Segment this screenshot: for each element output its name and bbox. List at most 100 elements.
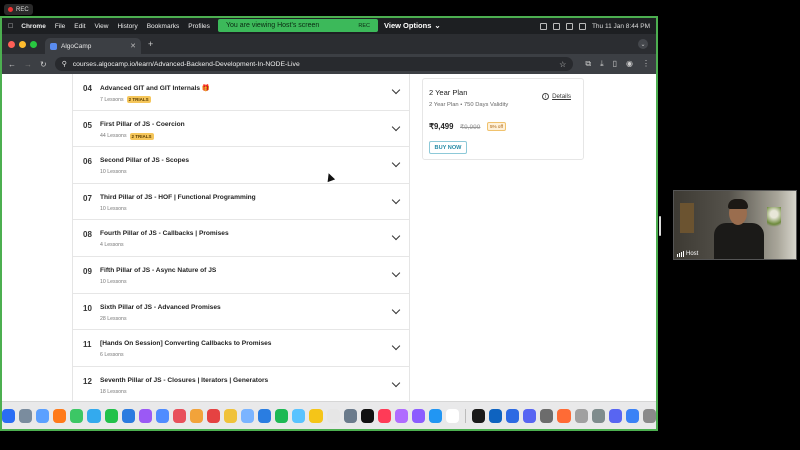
chevron-down-icon[interactable]: [391, 268, 401, 278]
close-tab-icon[interactable]: ✕: [130, 42, 136, 50]
lesson-number: 09: [83, 266, 92, 276]
side-panel-icon[interactable]: ▯: [613, 59, 617, 69]
menu-bookmarks[interactable]: Bookmarks: [147, 23, 180, 30]
apple-icon[interactable]: : [8, 23, 13, 30]
zoom-window-icon[interactable]: [30, 40, 37, 48]
dock-app-icon[interactable]: [506, 408, 520, 423]
chevron-down-icon[interactable]: [391, 195, 401, 205]
lesson-count: 7 Lessons: [100, 96, 124, 103]
dock-app-icon[interactable]: [377, 408, 391, 423]
chevron-down-icon[interactable]: [391, 305, 401, 314]
lesson-row[interactable]: 04 Advanced GIT and GIT Internals 🎁 7 Le…: [73, 74, 409, 111]
dock-app-icon[interactable]: [429, 408, 443, 423]
lesson-row[interactable]: 10 Sixth Pillar of JS - Advanced Promise…: [73, 294, 409, 331]
trial-badge: 2 TRIALS: [126, 96, 151, 103]
discount-badge: 5% off: [487, 122, 506, 131]
dock-app-icon[interactable]: [36, 408, 50, 423]
lesson-row[interactable]: 12 Seventh Pillar of JS - Closures | Ite…: [73, 367, 409, 404]
dock-app-icon[interactable]: [591, 408, 605, 423]
menu-app[interactable]: Chrome: [21, 23, 46, 30]
lesson-meta: 18 Lessons: [100, 389, 127, 395]
menu-profiles[interactable]: Profiles: [188, 23, 210, 30]
dock-app-icon[interactable]: [258, 408, 272, 423]
lesson-row[interactable]: 06 Second Pillar of JS - Scopes 10 Lesso…: [73, 147, 409, 184]
wifi-icon[interactable]: [552, 22, 560, 30]
close-window-icon[interactable]: [8, 40, 15, 48]
site-info-icon[interactable]: ⚲: [62, 60, 67, 68]
lesson-count: 28 Lessons: [100, 315, 127, 322]
lesson-row[interactable]: 05 First Pillar of JS - Coercion 44 Less…: [73, 111, 409, 148]
dock-app-icon[interactable]: [224, 408, 238, 423]
dock-app-icon[interactable]: [206, 408, 221, 423]
buy-now-button[interactable]: BUY NOW: [429, 141, 467, 154]
dock-app-icon[interactable]: [608, 408, 622, 423]
panel-resize-handle[interactable]: [659, 216, 661, 236]
search-icon[interactable]: [565, 22, 573, 30]
chevron-down-icon[interactable]: [391, 158, 401, 168]
lesson-row[interactable]: 07 Third Pillar of JS - HOF | Functional…: [73, 184, 409, 221]
dock-app-icon[interactable]: [394, 408, 408, 423]
dock-app-icon[interactable]: [642, 408, 656, 423]
chevron-down-icon[interactable]: [391, 378, 401, 387]
clock[interactable]: Thu 11 Jan 8:44 PM: [592, 23, 650, 30]
dock-app-icon[interactable]: [2, 408, 16, 423]
dock-app-icon[interactable]: [172, 408, 186, 423]
dock-app-icon[interactable]: [155, 408, 169, 423]
dock-app-icon[interactable]: [138, 408, 152, 423]
chevron-down-icon[interactable]: [391, 232, 401, 241]
dock-app-icon[interactable]: [292, 408, 306, 423]
download-icon[interactable]: ⤓: [600, 59, 604, 69]
dock-app-icon[interactable]: [275, 408, 289, 423]
battery-icon[interactable]: [539, 22, 547, 30]
lesson-row[interactable]: 09 Fifth Pillar of JS - Async Nature of …: [73, 257, 409, 294]
dock-app-icon[interactable]: [360, 408, 374, 423]
profile-icon[interactable]: ◉: [626, 59, 633, 69]
lesson-row[interactable]: 11 [Hands On Session] Converting Callbac…: [73, 330, 409, 367]
plan-details-link[interactable]: i Details: [542, 93, 571, 100]
dock-app-icon[interactable]: [104, 408, 118, 423]
menu-file[interactable]: File: [55, 23, 65, 30]
dock-app-icon[interactable]: [523, 408, 537, 423]
view-options-button[interactable]: View Options ⌄: [380, 19, 445, 32]
chevron-down-icon[interactable]: [391, 85, 401, 95]
dock-app-icon[interactable]: [326, 408, 340, 423]
dock-app-icon[interactable]: [472, 408, 486, 423]
dock-app-icon[interactable]: [309, 408, 323, 423]
menu-edit[interactable]: Edit: [74, 23, 85, 30]
dock-app-icon[interactable]: [343, 408, 357, 423]
address-bar[interactable]: ⚲ courses.algocamp.io/learn/Advanced-Bac…: [54, 57, 574, 71]
bookmark-star-icon[interactable]: ☆: [559, 60, 566, 69]
new-tab-icon[interactable]: +: [148, 39, 153, 49]
control-center-icon[interactable]: [578, 22, 586, 30]
reload-icon[interactable]: ↻: [40, 60, 47, 69]
lesson-row[interactable]: 08 Fourth Pillar of JS - Callbacks | Pro…: [73, 220, 409, 257]
dock-app-icon[interactable]: [189, 408, 203, 423]
menu-view[interactable]: View: [95, 23, 109, 30]
dock-app-icon[interactable]: [574, 408, 588, 423]
dock-app-icon[interactable]: [540, 408, 554, 423]
dock-app-icon[interactable]: [489, 408, 503, 423]
dock-app-icon[interactable]: [70, 408, 84, 423]
dock-app-icon[interactable]: [446, 408, 460, 423]
back-icon[interactable]: ←: [8, 60, 16, 69]
tab-search-icon[interactable]: ⌄: [638, 39, 648, 49]
dock-app-icon[interactable]: [625, 408, 639, 423]
more-menu-icon[interactable]: ⋮: [642, 59, 650, 69]
browser-tab[interactable]: AlgoCamp ✕: [45, 38, 141, 54]
menu-history[interactable]: History: [117, 23, 137, 30]
dock-app-icon[interactable]: [557, 408, 571, 423]
dock-app-icon[interactable]: [241, 408, 255, 423]
dock-app-icon[interactable]: [121, 408, 135, 423]
forward-icon[interactable]: →: [24, 60, 32, 69]
chevron-down-icon[interactable]: [391, 341, 401, 351]
dock-app-icon[interactable]: [87, 408, 101, 423]
participant-video[interactable]: Host: [673, 190, 797, 260]
dock-app-icon[interactable]: [411, 408, 425, 423]
minimize-window-icon[interactable]: [19, 40, 26, 48]
chevron-down-icon[interactable]: [391, 122, 401, 131]
info-icon: i: [542, 93, 550, 100]
dock-app-icon[interactable]: [19, 408, 33, 423]
lesson-title: Advanced GIT and GIT Internals 🎁: [100, 85, 211, 92]
extensions-icon[interactable]: ⧉: [585, 59, 591, 69]
dock-app-icon[interactable]: [53, 408, 67, 423]
